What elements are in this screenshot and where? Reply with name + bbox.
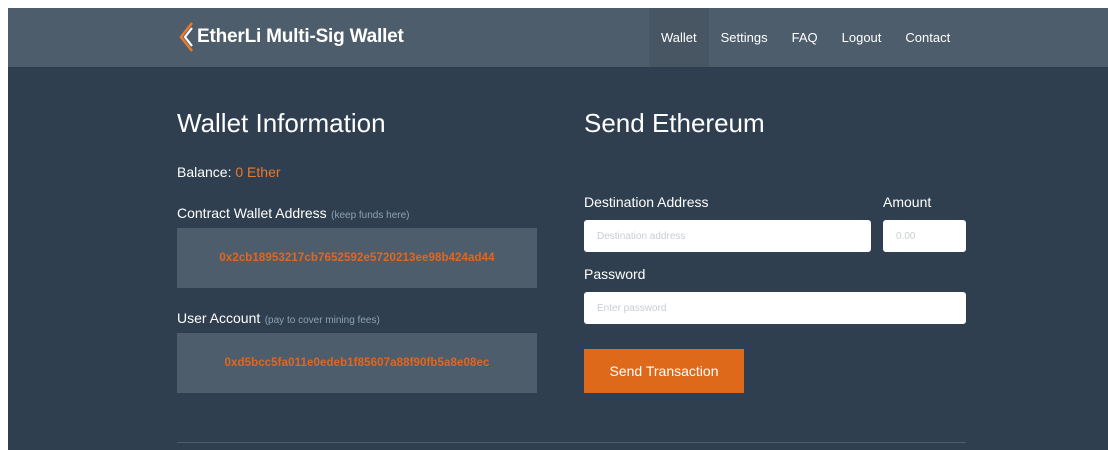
nav-item-contact[interactable]: Contact bbox=[893, 8, 962, 67]
send-ethereum-title: Send Ethereum bbox=[584, 108, 765, 138]
user-account-value[interactable]: 0xd5bcc5fa011e0edeb1f85607a88f90fb5a8e08… bbox=[224, 357, 489, 369]
balance: Balance: 0 Ether bbox=[177, 164, 281, 180]
nav-item-wallet[interactable]: Wallet bbox=[649, 8, 709, 67]
amount-label: Amount bbox=[883, 194, 932, 210]
password-label: Password bbox=[584, 266, 646, 282]
brand[interactable]: EtherLi Multi-Sig Wallet bbox=[178, 20, 404, 54]
app-frame: EtherLi Multi-Sig Wallet Wallet Settings… bbox=[8, 8, 1108, 450]
user-account-label: User Account bbox=[177, 310, 261, 326]
balance-label: Balance: bbox=[177, 164, 232, 180]
password-input[interactable] bbox=[584, 292, 966, 324]
navbar: EtherLi Multi-Sig Wallet Wallet Settings… bbox=[8, 8, 1108, 67]
contract-address-heading: Contract Wallet Address (keep funds here… bbox=[177, 205, 410, 223]
section-divider bbox=[177, 442, 966, 443]
contract-address-label: Contract Wallet Address bbox=[177, 205, 327, 221]
nav-item-faq[interactable]: FAQ bbox=[780, 8, 830, 67]
nav-item-logout[interactable]: Logout bbox=[830, 8, 894, 67]
wallet-info-title: Wallet Information bbox=[177, 108, 386, 138]
destination-address-input[interactable] bbox=[584, 220, 871, 252]
contract-address-box: 0x2cb18953217cb7652592e5720213ee98b424ad… bbox=[177, 228, 537, 288]
nav-item-settings[interactable]: Settings bbox=[709, 8, 780, 67]
destination-address-label: Destination Address bbox=[584, 194, 709, 210]
etherli-logo-icon bbox=[178, 22, 194, 52]
user-account-hint: (pay to cover mining fees) bbox=[264, 315, 380, 326]
contract-address-hint: (keep funds here) bbox=[331, 210, 410, 221]
send-transaction-button[interactable]: Send Transaction bbox=[584, 349, 744, 393]
wallet-info-panel: Wallet Information Balance: 0 Ether Cont… bbox=[177, 108, 537, 393]
send-ethereum-panel: Send Ethereum Destination Address Amount… bbox=[584, 108, 968, 393]
amount-input[interactable] bbox=[883, 220, 966, 252]
contract-address-value[interactable]: 0x2cb18953217cb7652592e5720213ee98b424ad… bbox=[219, 252, 494, 264]
main-nav: Wallet Settings FAQ Logout Contact bbox=[649, 8, 962, 67]
user-account-heading: User Account (pay to cover mining fees) bbox=[177, 310, 380, 328]
user-account-box: 0xd5bcc5fa011e0edeb1f85607a88f90fb5a8e08… bbox=[177, 333, 537, 393]
brand-title: EtherLi Multi-Sig Wallet bbox=[197, 26, 404, 47]
balance-value: 0 Ether bbox=[235, 164, 281, 180]
